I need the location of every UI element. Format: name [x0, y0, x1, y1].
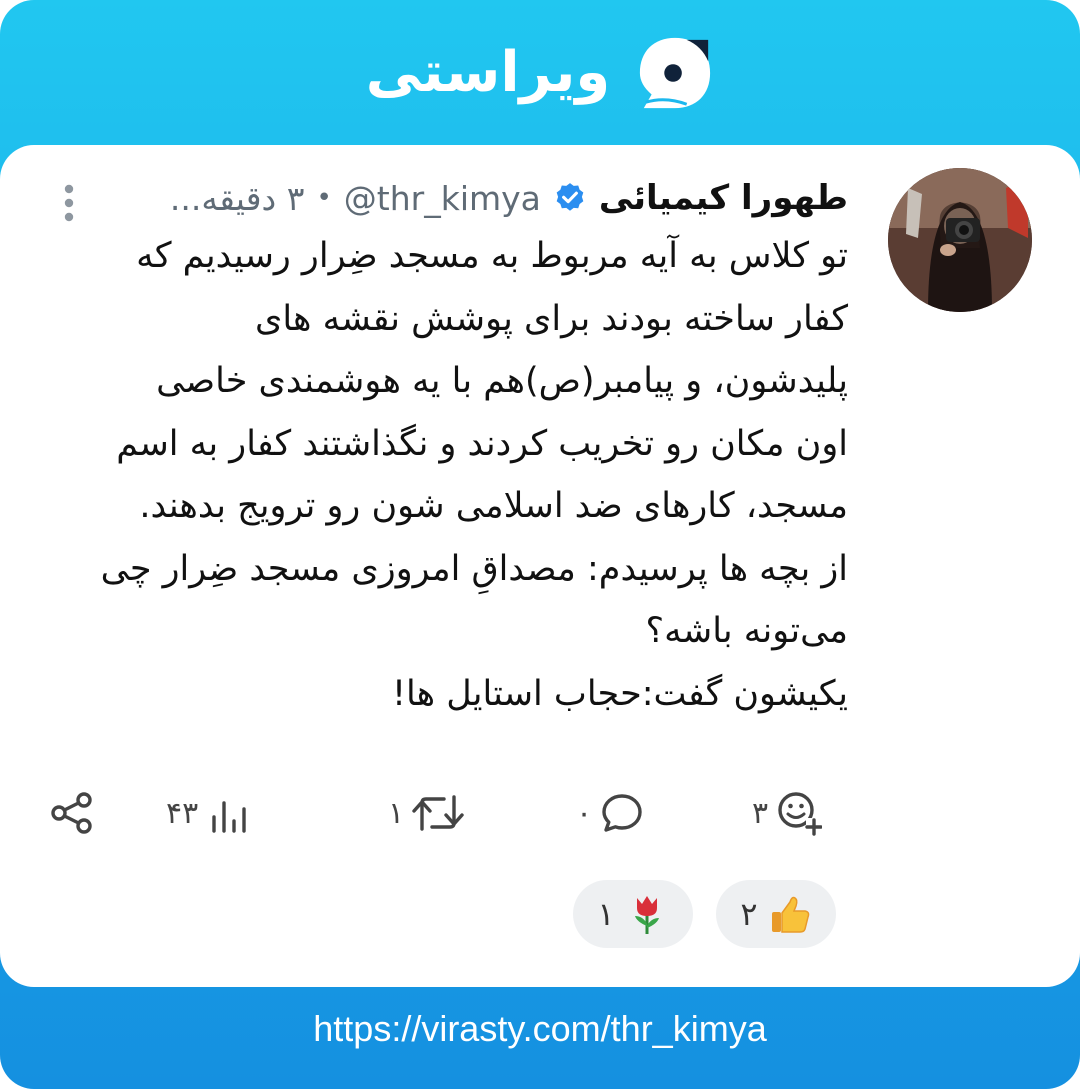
post-body-line: یکیشون گفت:حجاب استایل ها! [391, 673, 848, 714]
reactions-count: ۳ [752, 795, 769, 831]
share-icon [51, 792, 92, 834]
reaction-thumbs-up[interactable]: ۲ [716, 880, 836, 948]
brand-header: ویراستی [0, 30, 1080, 115]
comments-count: ۰ [576, 795, 593, 831]
author-name[interactable]: طهورا کیمیائی [599, 178, 848, 218]
post-body-line: پلیدشون، و پیامبر(ص)هم با یه هوشمندی خاص… [156, 361, 848, 401]
post-body-line: اون مکان رو تخریب کردند و نگذاشتند کفار … [116, 423, 848, 464]
repost-icon [412, 795, 464, 831]
post-body-line: مسجد، کارهای ضد اسلامی شون رو ترویج بدهن… [139, 486, 848, 526]
reaction-tulip[interactable]: ۱ [573, 880, 693, 948]
author-handle[interactable]: @thr_kimya [344, 179, 541, 218]
post-card[interactable]: طهورا کیمیائی @thr_kimya • ۳ دقیقه... تو… [0, 145, 1080, 987]
add-reaction-button[interactable]: ۳ [752, 785, 823, 841]
reposts-count: ۱ [388, 795, 405, 831]
views-stat[interactable]: ۴۳ [166, 785, 250, 841]
post-frame: ویراستی طهورا کیمیائی @thr_kimya • ۳ دقی… [0, 0, 1080, 1089]
virasty-logo-icon [640, 37, 711, 108]
thumbs-up-icon [771, 896, 809, 933]
post-body-line: از بچه ها پرسیدم: مصداقِ امروزی مسجد ضِر… [100, 548, 848, 589]
post-actions: ۳ ۰ ۱ ۴۳ [0, 785, 1080, 845]
add-reaction-icon [778, 792, 823, 836]
tulip-icon [634, 896, 659, 934]
post-time[interactable]: ۳ دقیقه... [170, 179, 305, 218]
profile-url[interactable]: https://virasty.com/thr_kimya [0, 1008, 1080, 1058]
reaction-count: ۱ [597, 895, 615, 933]
comment-button[interactable]: ۰ [576, 785, 644, 841]
post-header: طهورا کیمیائی @thr_kimya • ۳ دقیقه... [50, 173, 848, 223]
repost-button[interactable]: ۱ [388, 785, 464, 841]
post-body-line: تو کلاس به آیه مربوط به مسجد ضِرار رسیدی… [136, 236, 848, 276]
post-body-line: می‌تونه باشه؟ [645, 611, 848, 651]
post-body: تو کلاس به آیه مربوط به مسجد ضِرار رسیدی… [48, 225, 848, 725]
views-count: ۴۳ [166, 795, 199, 831]
views-bar-chart-icon [212, 801, 246, 833]
more-options-icon[interactable] [54, 181, 84, 225]
brand-name: ویراستی [365, 40, 611, 105]
verified-badge-icon [556, 183, 584, 211]
avatar-photo-icon [888, 168, 1032, 312]
comment-icon [602, 794, 642, 832]
share-button[interactable] [50, 785, 94, 841]
meta-separator: • [316, 183, 332, 213]
post-body-line: کفار ساخته بودند برای پوشش نقشه های [254, 298, 848, 339]
avatar[interactable] [888, 168, 1032, 312]
reaction-count: ۲ [740, 895, 758, 933]
